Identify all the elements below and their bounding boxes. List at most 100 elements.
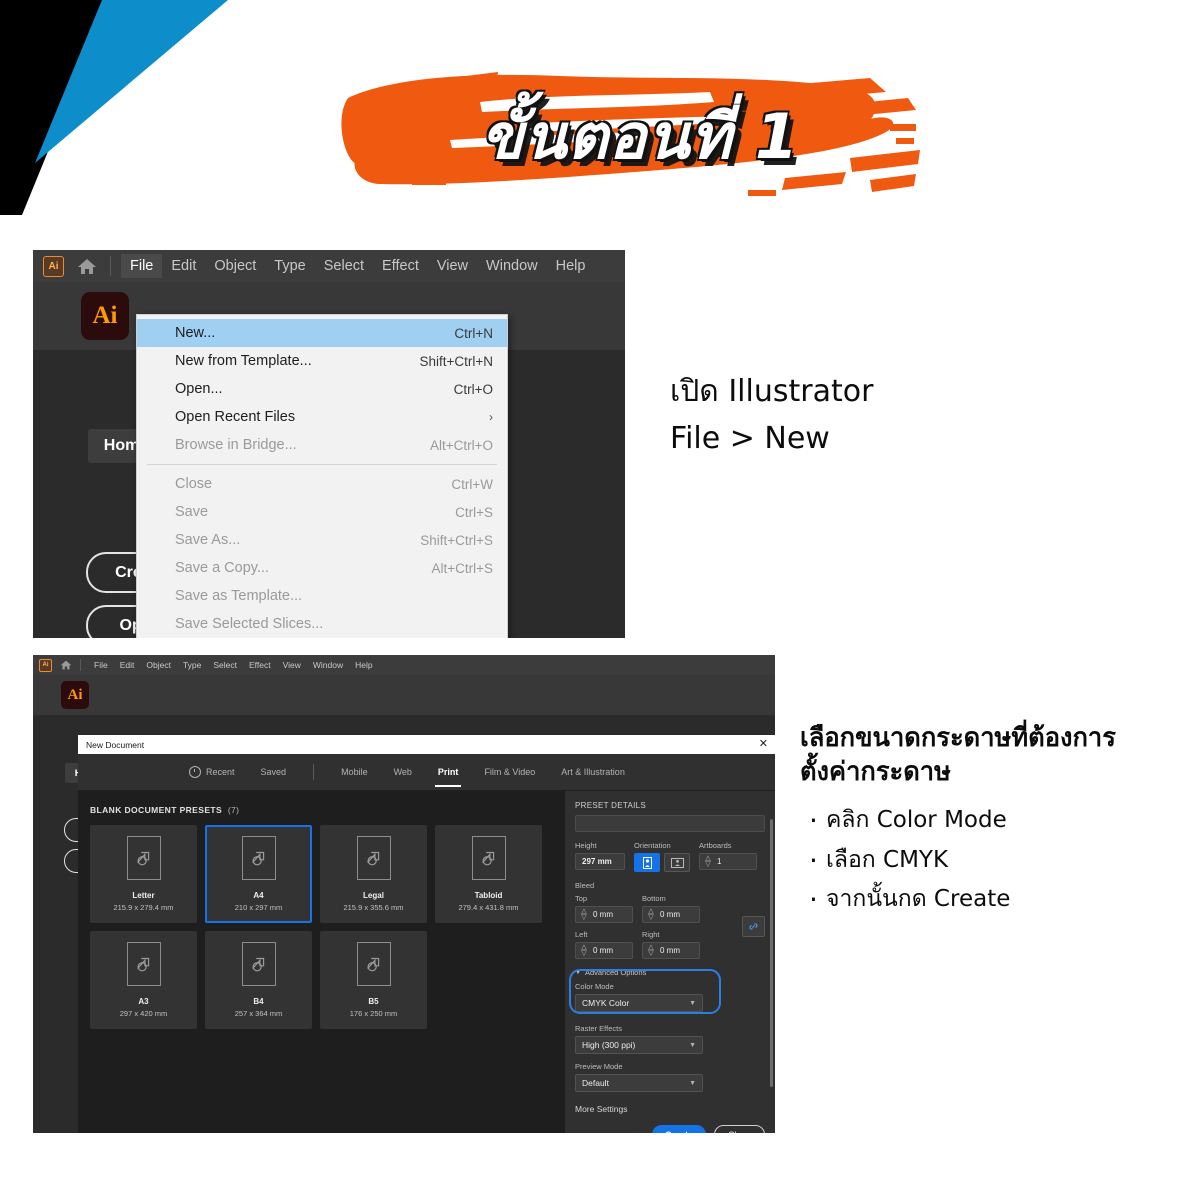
document-thumbnail-icon bbox=[356, 836, 391, 880]
orientation-buttons bbox=[634, 853, 690, 872]
orientation-portrait-button[interactable] bbox=[634, 853, 660, 872]
stepper-arrows-icon[interactable]: △ ▽ bbox=[579, 908, 589, 920]
menu-help[interactable]: Help bbox=[349, 658, 378, 672]
menu-item-shortcut: Alt+Ctrl+O bbox=[429, 437, 493, 453]
bleed-bottom-group: Bottom △ ▽ 0 mm bbox=[642, 894, 700, 923]
orientation-landscape-button[interactable] bbox=[664, 853, 690, 872]
menu-item-save-a-copy[interactable]: Save a Copy... Alt+Ctrl+S bbox=[137, 554, 507, 582]
bleed-left-input[interactable]: △ ▽ 0 mm bbox=[575, 942, 633, 959]
bleed-right-label: Right bbox=[642, 930, 660, 939]
preview-mode-select[interactable]: Default ▼ bbox=[575, 1074, 703, 1092]
bleed-right-group: Right △ ▽ 0 mm bbox=[642, 930, 700, 959]
raster-effects-select[interactable]: High (300 ppi) ▼ bbox=[575, 1036, 703, 1054]
menu-item-save-as-template[interactable]: Save as Template... bbox=[137, 582, 507, 610]
preset-card-tabloid[interactable]: Tabloid 279.4 x 431.8 mm bbox=[435, 825, 542, 923]
menu-type[interactable]: Type bbox=[265, 254, 314, 278]
preset-card-a3[interactable]: A3 297 x 420 mm bbox=[90, 931, 197, 1029]
dialog-main: BLANK DOCUMENT PRESETS (7) Letter 215.9 … bbox=[78, 791, 775, 1133]
height-input[interactable]: 297 mm bbox=[575, 853, 625, 870]
bleed-bottom-input[interactable]: △ ▽ 0 mm bbox=[642, 906, 700, 923]
presets-header-label: BLANK DOCUMENT PRESETS bbox=[90, 805, 223, 815]
menubar-divider bbox=[80, 659, 81, 671]
menu-item-label: Save as Template... bbox=[175, 588, 303, 604]
chevron-down-icon: ▼ bbox=[689, 999, 696, 1007]
bleed-left-value: 0 mm bbox=[593, 946, 613, 955]
chevron-right-icon: › bbox=[489, 410, 493, 424]
tab-saved[interactable]: Saved bbox=[248, 754, 300, 790]
preset-name: Tabloid bbox=[474, 891, 503, 900]
home-icon[interactable] bbox=[59, 660, 72, 671]
artboards-value: 1 bbox=[717, 857, 722, 866]
stepper-arrows-icon[interactable]: △ ▽ bbox=[703, 855, 713, 867]
menu-edit[interactable]: Edit bbox=[114, 658, 141, 672]
create-document-button[interactable]: Create bbox=[651, 1125, 706, 1133]
dialog-tabs: Recent Saved Mobile Web Print Film & Vid… bbox=[78, 754, 775, 791]
menubar-divider bbox=[110, 256, 111, 276]
preset-card-legal[interactable]: Legal 215.9 x 355.6 mm bbox=[320, 825, 427, 923]
tab-mobile[interactable]: Mobile bbox=[328, 754, 381, 790]
tab-recent[interactable]: Recent bbox=[176, 754, 248, 790]
menu-item-new-from-template[interactable]: New from Template... Shift+Ctrl+N bbox=[137, 347, 507, 375]
advanced-options-toggle[interactable]: ▼ Advanced Options bbox=[575, 968, 765, 977]
stepper-arrows-icon[interactable]: △ ▽ bbox=[646, 944, 656, 956]
menu-item-label: New... bbox=[175, 325, 216, 341]
menu-item-save-as[interactable]: Save As... Shift+Ctrl+S bbox=[137, 526, 507, 554]
more-settings-link[interactable]: More Settings bbox=[575, 1104, 627, 1114]
menu-item-new[interactable]: New... Ctrl+N bbox=[137, 319, 507, 347]
menu-item-close[interactable]: Close Ctrl+W bbox=[137, 470, 507, 498]
link-bleed-values-icon[interactable] bbox=[742, 916, 765, 937]
menu-effect[interactable]: Effect bbox=[373, 254, 428, 278]
artboards-stepper[interactable]: △ ▽ 1 bbox=[699, 853, 757, 870]
stepper-arrows-icon[interactable]: △ ▽ bbox=[646, 908, 656, 920]
menu-window[interactable]: Window bbox=[477, 254, 547, 278]
menu-item-open[interactable]: Open... Ctrl+O bbox=[137, 375, 507, 403]
tab-web[interactable]: Web bbox=[381, 754, 425, 790]
menu-bar-bottom: Ai File Edit Object Type Select Effect V… bbox=[33, 655, 775, 675]
preset-card-b5[interactable]: B5 176 x 250 mm bbox=[320, 931, 427, 1029]
tab-print[interactable]: Print bbox=[425, 754, 472, 790]
preset-details-scrollbar[interactable] bbox=[770, 819, 773, 1087]
preview-mode-label: Preview Mode bbox=[575, 1062, 623, 1071]
menu-select[interactable]: Select bbox=[207, 658, 243, 672]
bleed-bottom-value: 0 mm bbox=[660, 910, 680, 919]
preset-card-a4[interactable]: A4 210 x 297 mm bbox=[205, 825, 312, 923]
menu-object[interactable]: Object bbox=[205, 254, 265, 278]
preset-card-letter[interactable]: Letter 215.9 x 279.4 mm bbox=[90, 825, 197, 923]
menu-item-browse-in-bridge[interactable]: Browse in Bridge... Alt+Ctrl+O bbox=[137, 431, 507, 459]
menu-item-save[interactable]: Save Ctrl+S bbox=[137, 498, 507, 526]
menu-item-shortcut: Shift+Ctrl+S bbox=[420, 532, 493, 548]
menu-view[interactable]: View bbox=[428, 254, 477, 278]
menu-file[interactable]: File bbox=[88, 658, 114, 672]
bleed-label: Bleed bbox=[575, 881, 595, 890]
menu-item-label: Save bbox=[175, 504, 209, 520]
close-dialog-button[interactable]: Close bbox=[713, 1125, 765, 1133]
document-name-input[interactable] bbox=[575, 815, 765, 832]
preset-card-b4[interactable]: B4 257 x 364 mm bbox=[205, 931, 312, 1029]
menu-edit[interactable]: Edit bbox=[162, 254, 205, 278]
menu-view[interactable]: View bbox=[277, 658, 307, 672]
menu-effect[interactable]: Effect bbox=[243, 658, 277, 672]
bleed-top-input[interactable]: △ ▽ 0 mm bbox=[575, 906, 633, 923]
menu-type[interactable]: Type bbox=[177, 658, 207, 672]
menu-item-save-selected-slices[interactable]: Save Selected Slices... bbox=[137, 610, 507, 638]
artboards-field-group: Artboards △ ▽ 1 bbox=[699, 841, 757, 872]
menu-file[interactable]: File bbox=[121, 254, 163, 278]
color-mode-label: Color Mode bbox=[575, 982, 614, 991]
menu-item-open-recent-files[interactable]: Open Recent Files › bbox=[137, 403, 507, 431]
menu-help[interactable]: Help bbox=[547, 254, 595, 278]
close-icon[interactable]: ✕ bbox=[759, 739, 768, 750]
stepper-arrows-icon[interactable]: △ ▽ bbox=[579, 944, 589, 956]
menu-object[interactable]: Object bbox=[140, 658, 177, 672]
menu-window[interactable]: Window bbox=[307, 658, 349, 672]
preset-name: Legal bbox=[363, 891, 384, 900]
tab-label: Film & Video bbox=[484, 767, 536, 777]
tab-film-and-video[interactable]: Film & Video bbox=[471, 754, 548, 790]
bleed-right-input[interactable]: △ ▽ 0 mm bbox=[642, 942, 700, 959]
document-thumbnail-icon bbox=[126, 942, 161, 986]
color-mode-select[interactable]: CMYK Color ▼ bbox=[575, 994, 703, 1012]
home-icon[interactable] bbox=[76, 257, 98, 275]
tab-art-and-illustration[interactable]: Art & Illustration bbox=[548, 754, 638, 790]
menu-item-shortcut: Alt+Ctrl+S bbox=[431, 560, 493, 576]
menu-select[interactable]: Select bbox=[315, 254, 373, 278]
new-document-dialog: New Document ✕ Recent Saved Mobile Web P… bbox=[78, 735, 775, 1133]
